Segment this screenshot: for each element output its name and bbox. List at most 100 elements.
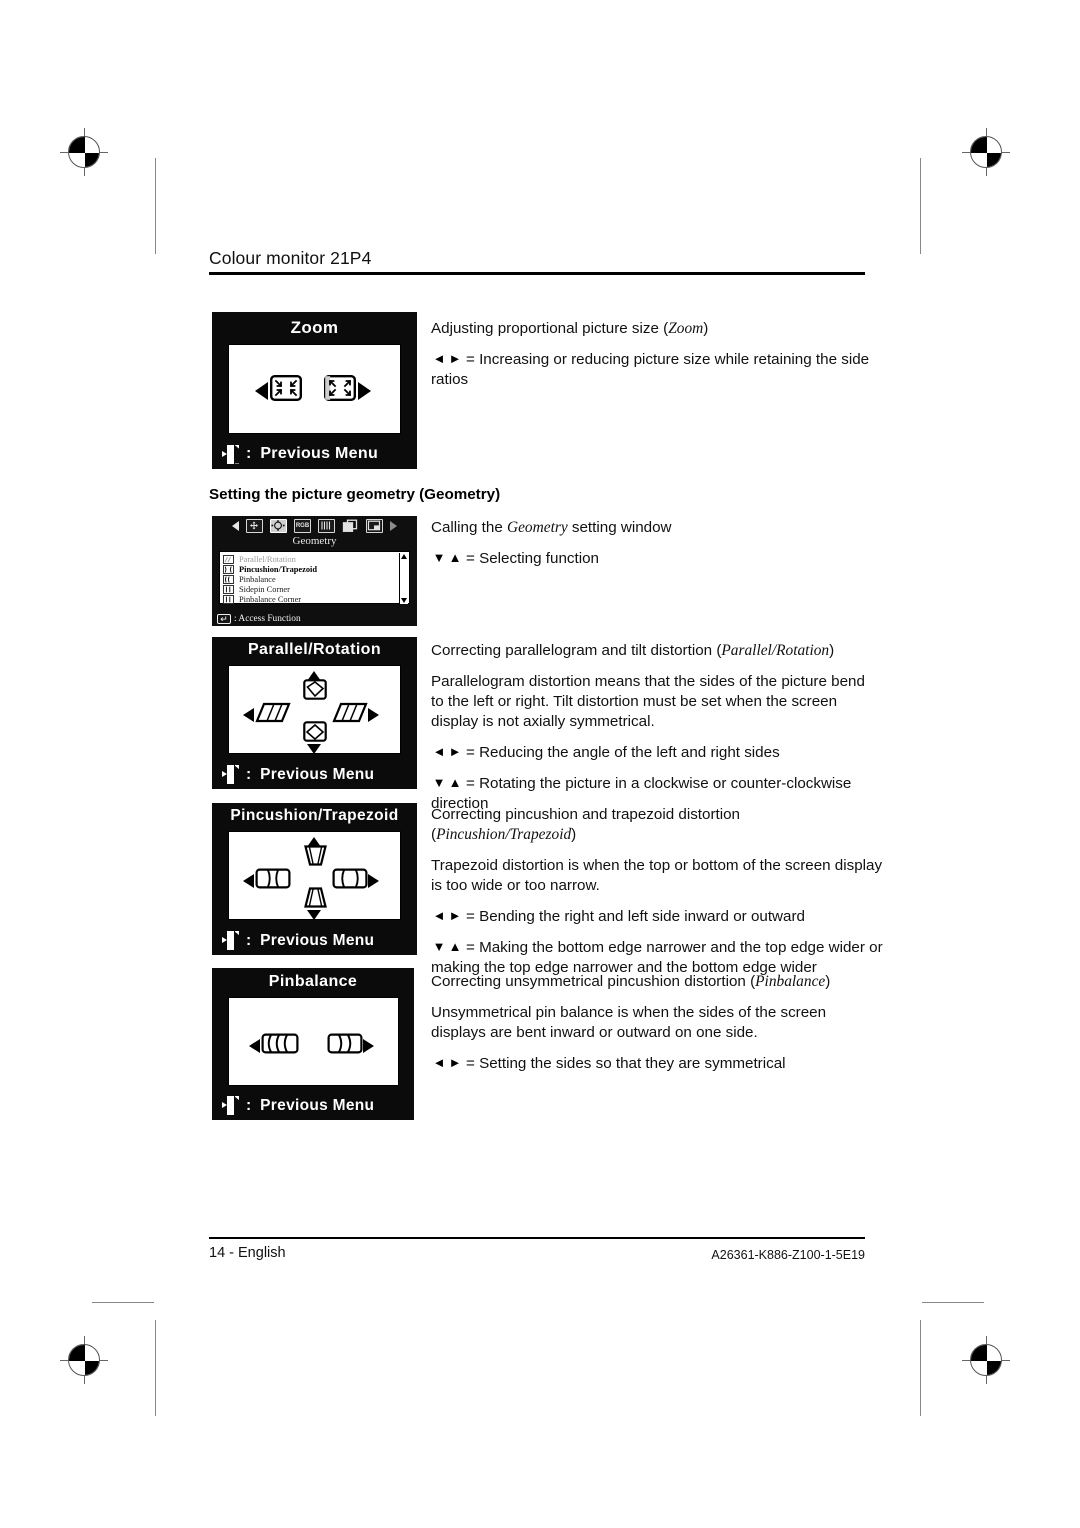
geometry-icon[interactable]	[270, 519, 287, 533]
parallel-left-icon	[255, 702, 291, 728]
osd-parallel-footer-label: Previous Menu	[260, 765, 375, 783]
pincushion-in-icon	[255, 868, 291, 894]
parallel-right-icon	[332, 702, 368, 728]
pinbalance-body-copy: Correcting unsymmetrical pincushion dist…	[431, 972, 883, 1074]
arrow-right-icon: ►	[448, 1055, 462, 1070]
crop-mark-left-vertical-bottom	[155, 1320, 156, 1416]
list-scrollbar[interactable]	[399, 553, 408, 604]
list-item-label: Pincushion/Trapezoid	[239, 564, 318, 574]
pincushion-left-group	[243, 868, 291, 894]
osd-panel-parallel-rotation: Parallel/Rotation 50 60: Previous Menu	[212, 637, 417, 789]
moire-icon[interactable]	[318, 519, 335, 533]
osd-parallel-footer-sep: :	[246, 765, 252, 783]
arrow-right-icon: ►	[448, 744, 462, 759]
osd-geometry-footer-label: : Access Function	[234, 614, 301, 624]
list-item[interactable]: Sidepin Corner	[223, 585, 409, 595]
geometry-call-line: Calling the Geometry setting window	[431, 519, 672, 536]
previous-menu-icon	[222, 931, 239, 950]
menu-prev-arrow-icon[interactable]	[232, 521, 239, 531]
parallel-body-copy: Correcting parallelogram and tilt distor…	[431, 641, 873, 814]
crop-mark-top-horizontal	[92, 1302, 154, 1303]
osd-position-icon[interactable]	[366, 519, 383, 533]
key-pair-left-right: ◄ ►	[431, 350, 463, 370]
position-icon[interactable]	[246, 519, 263, 533]
osd-pinbalance-screen	[228, 997, 399, 1086]
osd-parallel-left-arrow-icon	[243, 708, 254, 722]
key-pair-left-right: ◄ ►	[431, 1054, 463, 1074]
pinbalance-title-line: Correcting unsymmetrical pincushion dist…	[431, 973, 831, 990]
footer-rule	[209, 1237, 865, 1239]
osd-pinbalance-title: Pinbalance	[268, 973, 358, 990]
osd-panel-geometry-menu: RGB Geometry Parallel/Rotation Pincushio…	[212, 516, 417, 626]
osd-pincushion-down-arrow-icon	[307, 907, 321, 925]
pinbalance-right-icon	[327, 1033, 363, 1059]
list-item-label: Parallel/Rotation	[239, 554, 296, 564]
osd-parallel-value-top: 50	[376, 687, 398, 708]
trapezoid-top-wide-icon	[304, 845, 327, 871]
list-item-label: Sidepin Corner	[239, 585, 290, 595]
osd-pinbalance-left-arrow-icon	[249, 1039, 260, 1053]
osd-geometry-menu-name: Geometry	[292, 535, 337, 547]
scroll-down-icon[interactable]	[401, 598, 407, 603]
convergence-icon[interactable]	[342, 519, 359, 533]
arrow-up-icon: ▲	[448, 939, 462, 954]
registration-mark-top-right	[962, 128, 1010, 176]
scroll-up-icon[interactable]	[401, 554, 407, 559]
osd-panel-zoom: Zoom: Previous Menu	[212, 312, 417, 469]
list-item[interactable]: Pinbalance Corner	[223, 595, 409, 605]
osd-pincushion-title: Pincushion/Trapezoid	[230, 807, 399, 824]
key-pair-left-right: ◄ ►	[431, 743, 463, 763]
parallel-title-line: Correcting parallelogram and tilt distor…	[431, 642, 835, 659]
osd-zoom-footer-label: Previous Menu	[260, 445, 379, 462]
osd-geometry-icon-bar: RGB	[212, 516, 417, 536]
previous-menu-icon	[222, 444, 239, 464]
list-item-label: Pinbalance	[239, 574, 276, 584]
key-pair-down-up: ▼ ▲	[431, 938, 463, 958]
arrow-down-icon: ▼	[432, 775, 446, 790]
sidepin-corner-icon	[223, 585, 234, 595]
pinbalance-description: Unsymmetrical pin balance is when the si…	[431, 1004, 827, 1041]
osd-pincushion-footer-sep: :	[246, 931, 252, 949]
registration-mark-top-left	[60, 128, 108, 176]
zoom-in-icon	[324, 375, 357, 406]
osd-parallel-value-bottom: 60	[376, 721, 398, 742]
rgb-icon[interactable]: RGB	[294, 519, 311, 533]
pinbalance-icon	[223, 574, 234, 584]
osd-geometry-footer: : Access Function	[217, 612, 301, 626]
menu-next-arrow-icon[interactable]	[390, 521, 397, 531]
osd-zoom-screen	[228, 344, 401, 434]
arrow-up-icon: ▲	[448, 550, 462, 565]
arrow-left-icon: ◄	[432, 351, 446, 366]
geometry-select-line: ▼ ▲ = Selecting function	[432, 550, 599, 567]
list-item[interactable]: Pincushion/Trapezoid	[223, 564, 409, 574]
geometry-body-copy: Calling the Geometry setting window ▼ ▲ =…	[431, 518, 873, 569]
crop-mark-right-vertical-bottom	[920, 1320, 921, 1416]
osd-pinbalance-right-arrow-icon	[363, 1039, 374, 1053]
section-heading-geometry: Setting the picture geometry (Geometry)	[209, 486, 501, 503]
pincushion-description: Trapezoid distortion is when the top or …	[431, 857, 883, 894]
parallel-description: Parallelogram distortion means that the …	[431, 673, 865, 730]
pincushion-lr-line: ◄ ► = Bending the right and left side inw…	[432, 908, 805, 925]
enter-key-icon	[217, 612, 231, 626]
list-item[interactable]: Pinbalance	[223, 574, 409, 584]
parallel-lr-line: ◄ ► = Reducing the angle of the left and …	[431, 743, 780, 763]
pinbalance-left-icon	[261, 1033, 299, 1059]
osd-parallel-title: Parallel/Rotation	[247, 641, 382, 658]
osd-pincushion-footer: : Previous Menu	[212, 926, 417, 955]
document-id: A26361-K886-Z100-1-5E19	[711, 1248, 865, 1262]
osd-pinbalance-footer-sep: :	[246, 1096, 252, 1114]
pinbalance-corner-icon	[223, 595, 234, 605]
page-number: 14 - English	[209, 1245, 286, 1261]
osd-parallel-right-arrow-icon	[368, 708, 379, 722]
osd-pincushion-value-bottom: 60	[376, 887, 398, 908]
rotate-ccw-icon	[303, 679, 327, 705]
pincushion-title-line: Correcting pincushion and trapezoid dist…	[431, 806, 740, 843]
osd-pincushion-left-arrow-icon	[243, 874, 254, 888]
list-item[interactable]: Parallel/Rotation	[223, 554, 409, 564]
parallel-rotation-icon	[223, 554, 234, 564]
arrow-left-icon: ◄	[432, 1055, 446, 1070]
arrow-down-icon: ▼	[432, 550, 446, 565]
osd-parallel-footer: : Previous Menu	[212, 760, 417, 789]
zoom-body-copy: Adjusting proportional picture size (Zoo…	[431, 319, 876, 390]
pinbalance-lr-line: ◄ ► = Setting the sides so that they are …	[431, 1054, 786, 1074]
